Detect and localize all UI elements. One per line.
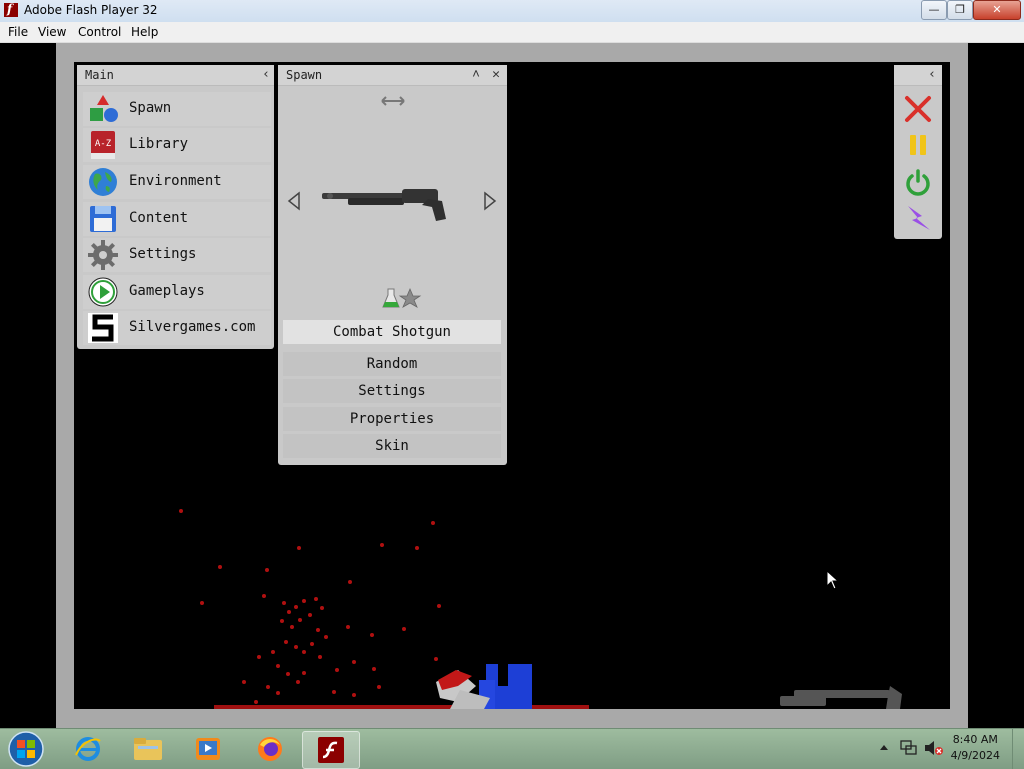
main-panel-header: Main ‹ <box>77 65 274 86</box>
blood-pool <box>214 705 589 709</box>
blood-particles <box>179 509 441 704</box>
main-item-spawn[interactable]: Spawn <box>83 92 271 126</box>
folder-icon <box>134 738 162 760</box>
main-item-label: Content <box>129 210 189 226</box>
clock-time: 8:40 AM <box>952 733 998 746</box>
properties-button[interactable]: Properties <box>283 407 501 431</box>
svg-text:A-Z: A-Z <box>95 139 112 149</box>
item-settings-button[interactable]: Settings <box>283 379 501 403</box>
taskbar-media[interactable] <box>180 731 236 767</box>
start-button-icon[interactable] <box>6 730 46 768</box>
shotgun-preview-icon <box>322 189 446 221</box>
flash-player-icon <box>318 737 344 763</box>
main-panel-title: Main <box>85 68 114 82</box>
show-hidden-icons-icon[interactable] <box>879 743 889 753</box>
power-icon[interactable] <box>904 168 932 196</box>
flash-app-icon: f <box>4 2 18 17</box>
shotgun-on-ground <box>780 686 902 709</box>
close-spawn-button[interactable]: ✕ <box>488 67 504 83</box>
taskbar-explorer[interactable] <box>120 731 176 767</box>
taskbar-firefox[interactable] <box>242 731 298 767</box>
game-stage[interactable]: Main ‹ Spawn A-Z Library Environment Con… <box>74 62 950 709</box>
lightning-icon[interactable] <box>904 204 932 232</box>
menu-bar: File View Control Help <box>0 22 1024 43</box>
main-item-content[interactable]: Content <box>83 202 271 236</box>
menu-view[interactable]: View <box>38 25 66 39</box>
main-item-settings[interactable]: Settings <box>83 238 271 272</box>
mouse-cursor-icon <box>826 570 840 590</box>
collapse-spawn-button[interactable]: ˄ <box>468 67 484 83</box>
main-item-label: Silvergames.com <box>129 319 256 335</box>
clock-date: 4/9/2024 <box>950 749 1000 762</box>
menu-file[interactable]: File <box>8 25 28 39</box>
selected-spawn-item[interactable]: Combat Shotgun <box>283 320 501 344</box>
next-item-arrow-icon[interactable] <box>482 191 498 211</box>
tools-panel-header: ‹ <box>894 65 942 86</box>
menu-control[interactable]: Control <box>78 25 121 39</box>
main-item-label: Gameplays <box>129 283 205 299</box>
collapse-main-button[interactable]: ‹ <box>258 67 274 83</box>
main-item-label: Library <box>129 136 189 152</box>
play-icon <box>88 277 118 307</box>
resize-arrows-icon[interactable] <box>381 95 405 107</box>
window-titlebar: f Adobe Flash Player 32 — ❐ ✕ <box>0 0 1024 23</box>
tools-panel: ‹ <box>894 65 942 239</box>
globe-icon <box>89 168 117 196</box>
main-item-silvergames[interactable]: Silvergames.com <box>83 311 271 345</box>
taskbar-clock[interactable]: 8:40 AM 4/9/2024 <box>951 732 1000 764</box>
close-x-icon[interactable] <box>904 95 932 123</box>
book-icon: A-Z <box>91 131 115 159</box>
random-button[interactable]: Random <box>283 352 501 376</box>
main-panel: Main ‹ Spawn A-Z Library Environment Con… <box>77 65 274 349</box>
skin-button[interactable]: Skin <box>283 434 501 458</box>
pause-icon[interactable] <box>904 131 932 159</box>
gear-icon <box>88 240 118 270</box>
prev-item-arrow-icon[interactable] <box>286 191 302 211</box>
menu-help[interactable]: Help <box>131 25 158 39</box>
media-player-icon <box>196 738 220 760</box>
spawn-panel-header: Spawn ˄ ✕ <box>278 65 507 86</box>
internet-explorer-icon <box>75 737 101 761</box>
main-item-library[interactable]: A-Z Library <box>83 128 271 162</box>
taskbar-ie[interactable] <box>60 731 116 767</box>
firefox-icon <box>258 737 282 761</box>
collapse-tools-button[interactable]: ‹ <box>924 67 940 83</box>
spawn-panel-title: Spawn <box>286 68 323 82</box>
floppy-disk-icon <box>90 206 116 232</box>
main-item-label: Environment <box>129 173 222 189</box>
main-item-label: Settings <box>129 246 197 262</box>
silvergames-logo-icon <box>88 313 118 343</box>
spawn-panel: Spawn ˄ ✕ Combat Shotgun Random Settings… <box>278 65 507 465</box>
close-window-button[interactable]: ✕ <box>973 0 1021 20</box>
window-title: Adobe Flash Player 32 <box>24 3 158 17</box>
main-item-gameplays[interactable]: Gameplays <box>83 275 271 309</box>
network-icon[interactable] <box>900 740 918 756</box>
show-desktop-button[interactable] <box>1012 729 1024 769</box>
main-item-environment[interactable]: Environment <box>83 165 271 199</box>
maximize-button[interactable]: ❐ <box>947 0 973 20</box>
shapes-icon <box>90 95 118 122</box>
main-item-label: Spawn <box>129 100 172 116</box>
flask-star-icon <box>382 287 422 308</box>
minimize-button[interactable]: — <box>921 0 947 20</box>
taskbar-flash-player[interactable] <box>302 731 360 769</box>
volume-muted-icon[interactable] <box>924 740 944 756</box>
windows-taskbar: 8:40 AM 4/9/2024 <box>0 728 1024 769</box>
